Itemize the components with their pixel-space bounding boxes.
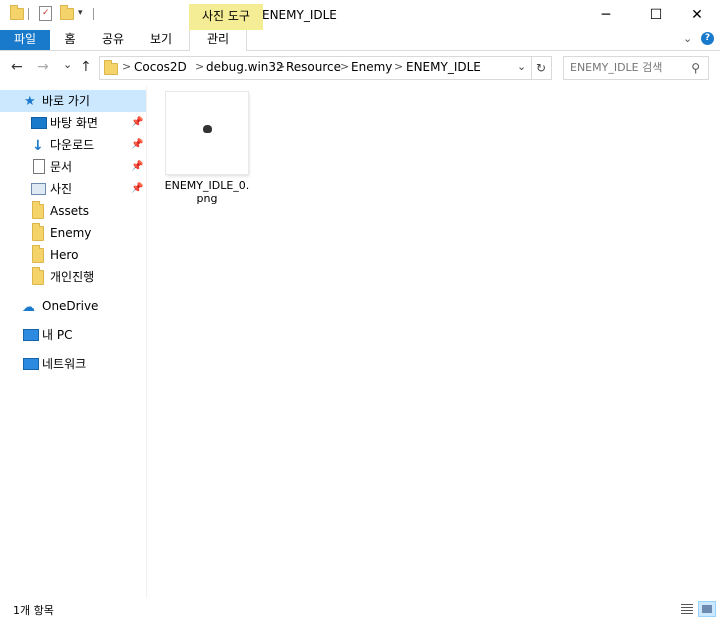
address-bar[interactable]: > Cocos2D > debug.win32 > Resource > Ene… <box>99 56 532 80</box>
window-title: ENEMY_IDLE <box>262 8 337 22</box>
sidebar-item-label: 사진 <box>50 182 73 196</box>
properties-icon[interactable]: ✓ <box>39 6 52 21</box>
address-row: ← → ⌄ ↑ > Cocos2D > debug.win32 > Resour… <box>0 51 720 83</box>
expand-ribbon-icon[interactable]: ⌄ <box>683 32 692 45</box>
breadcrumb-separator[interactable]: > <box>122 60 131 73</box>
up-button[interactable]: ↑ <box>80 59 92 75</box>
sidebar-item-label: Hero <box>50 248 79 262</box>
picture-icon <box>31 183 46 195</box>
sidebar-item-label: 다운로드 <box>50 138 95 152</box>
file-thumbnail <box>166 92 248 174</box>
pin-icon: 📌 <box>131 117 144 128</box>
sidebar-item-downloads[interactable]: ↓ 다운로드 📌 <box>0 134 146 156</box>
computer-icon <box>23 329 39 341</box>
folder-icon <box>32 223 44 241</box>
help-icon[interactable]: ? <box>701 32 714 45</box>
breadcrumb-enemy-idle[interactable]: ENEMY_IDLE <box>406 60 481 74</box>
navigation-pane: ★ 바로 가기 바탕 화면 📌 ↓ 다운로드 📌 문서 📌 사진 📌 Asset… <box>0 86 146 598</box>
search-box[interactable]: ⚲ <box>563 56 709 80</box>
breadcrumb-separator[interactable]: > <box>394 60 403 73</box>
new-folder-icon[interactable] <box>60 5 74 20</box>
divider <box>28 8 29 20</box>
tab-manage[interactable]: 관리 <box>189 30 247 51</box>
breadcrumb-separator[interactable]: > <box>340 60 349 73</box>
star-icon: ★ <box>24 94 36 109</box>
folder-icon <box>32 267 44 285</box>
picture-tools-header: 사진 도구 <box>189 4 263 30</box>
sidebar-item-onedrive[interactable]: ☁ OneDrive <box>0 295 146 317</box>
folder-icon <box>32 201 44 219</box>
pane-divider[interactable] <box>146 86 147 598</box>
status-bar: 1개 항목 <box>0 598 720 620</box>
search-input[interactable] <box>570 61 682 74</box>
sidebar-item-label: Assets <box>50 204 90 218</box>
folder-icon <box>10 5 24 20</box>
close-button[interactable]: ✕ <box>674 0 720 30</box>
enemy-sprite-image <box>203 125 212 133</box>
tab-home[interactable]: 홈 <box>52 30 88 50</box>
pin-icon: 📌 <box>131 139 144 150</box>
item-count: 1개 항목 <box>13 604 54 617</box>
sidebar-item-personal[interactable]: 개인진행 <box>0 266 146 288</box>
details-view-button[interactable] <box>678 601 696 617</box>
sidebar-item-label: 네트워크 <box>42 357 87 371</box>
divider <box>93 8 94 20</box>
sidebar-item-label: OneDrive <box>42 299 99 313</box>
sidebar-item-this-pc[interactable]: 내 PC <box>0 324 146 346</box>
sidebar-item-enemy[interactable]: Enemy <box>0 222 146 244</box>
sidebar-item-label: 바탕 화면 <box>50 116 98 130</box>
sidebar-item-label: Enemy <box>50 226 92 240</box>
search-icon[interactable]: ⚲ <box>691 61 700 75</box>
title-bar: ✓ ▾ 사진 도구 ENEMY_IDLE ─ ☐ ✕ <box>0 0 720 30</box>
breadcrumb-resource[interactable]: Resource <box>286 60 341 74</box>
folder-icon <box>104 60 118 75</box>
file-name: ENEMY_IDLE_0.png <box>164 179 250 205</box>
tab-share[interactable]: 공유 <box>95 30 131 50</box>
sidebar-item-network[interactable]: 네트워크 <box>0 353 146 375</box>
cloud-icon: ☁ <box>22 300 35 315</box>
address-dropdown-button[interactable]: ⌄ <box>517 60 526 73</box>
sidebar-item-desktop[interactable]: 바탕 화면 📌 <box>0 112 146 134</box>
breadcrumb-separator[interactable]: > <box>195 60 204 73</box>
breadcrumb-cocos2d[interactable]: Cocos2D <box>134 60 187 74</box>
sidebar-item-pictures[interactable]: 사진 📌 <box>0 178 146 200</box>
breadcrumb-separator[interactable]: > <box>276 60 285 73</box>
folder-icon <box>32 245 44 263</box>
forward-button[interactable]: → <box>37 59 49 75</box>
customize-quick-access-icon[interactable]: ▾ <box>78 8 83 18</box>
file-item[interactable]: ENEMY_IDLE_0.png <box>165 92 249 210</box>
large-icons-view-button[interactable] <box>698 601 716 617</box>
desktop-icon <box>31 117 47 129</box>
sidebar-item-quick-access[interactable]: ★ 바로 가기 <box>0 90 146 112</box>
sidebar-item-hero[interactable]: Hero <box>0 244 146 266</box>
download-icon: ↓ <box>32 138 44 154</box>
back-button[interactable]: ← <box>11 59 23 75</box>
minimize-button[interactable]: ─ <box>583 0 629 30</box>
pin-icon: 📌 <box>131 161 144 172</box>
sidebar-item-documents[interactable]: 문서 📌 <box>0 156 146 178</box>
ribbon-tab-bar: 파일 홈 공유 보기 관리 ⌄ ? <box>0 30 720 51</box>
sidebar-item-label: 개인진행 <box>50 270 95 284</box>
network-icon <box>23 358 39 370</box>
refresh-button[interactable]: ↻ <box>531 56 552 80</box>
sidebar-item-assets[interactable]: Assets <box>0 200 146 222</box>
tab-view[interactable]: 보기 <box>143 30 179 50</box>
recent-locations-button[interactable]: ⌄ <box>63 58 72 71</box>
sidebar-item-label: 바로 가기 <box>42 94 90 108</box>
maximize-button[interactable]: ☐ <box>633 0 679 30</box>
tab-file[interactable]: 파일 <box>0 30 50 50</box>
breadcrumb-enemy[interactable]: Enemy <box>351 60 392 74</box>
document-icon <box>33 159 45 174</box>
sidebar-item-label: 내 PC <box>42 328 73 342</box>
sidebar-item-label: 문서 <box>50 160 73 174</box>
pin-icon: 📌 <box>131 183 144 194</box>
breadcrumb-debug[interactable]: debug.win32 <box>206 60 284 74</box>
